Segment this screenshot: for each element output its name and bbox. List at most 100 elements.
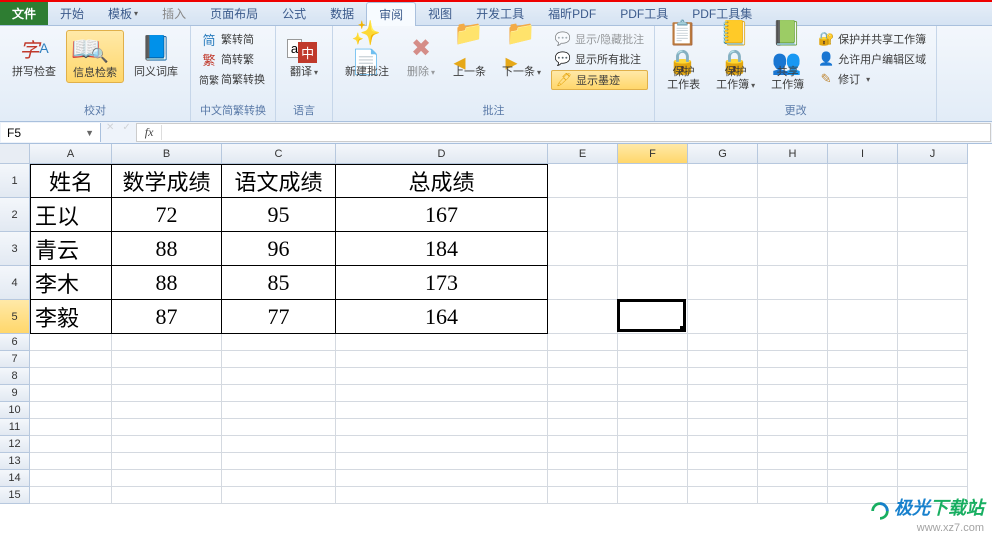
show-ink-button[interactable]: 🖊显示墨迹 <box>551 70 648 90</box>
cell-G8[interactable] <box>688 368 758 385</box>
cell-B1[interactable]: 数学成绩 <box>112 164 222 198</box>
cell-A13[interactable] <box>30 453 112 470</box>
cell-A10[interactable] <box>30 402 112 419</box>
cell-H8[interactable] <box>758 368 828 385</box>
cell-C7[interactable] <box>222 351 336 368</box>
cell-J14[interactable] <box>898 470 968 487</box>
row-header-2[interactable]: 2 <box>0 198 30 232</box>
cell-G6[interactable] <box>688 334 758 351</box>
cell-A2[interactable]: 王以 <box>30 198 112 232</box>
col-header-G[interactable]: G <box>688 144 758 164</box>
cell-E14[interactable] <box>548 470 618 487</box>
cell-I7[interactable] <box>828 351 898 368</box>
cell-A9[interactable] <box>30 385 112 402</box>
cell-G4[interactable] <box>688 266 758 300</box>
cell-F7[interactable] <box>618 351 688 368</box>
cell-I11[interactable] <box>828 419 898 436</box>
row-header-11[interactable]: 11 <box>0 419 30 436</box>
cell-C1[interactable]: 语文成绩 <box>222 164 336 198</box>
row-header-4[interactable]: 4 <box>0 266 30 300</box>
cell-C14[interactable] <box>222 470 336 487</box>
cell-H3[interactable] <box>758 232 828 266</box>
cell-G13[interactable] <box>688 453 758 470</box>
row-header-5[interactable]: 5 <box>0 300 30 334</box>
cell-H7[interactable] <box>758 351 828 368</box>
next-comment-button[interactable]: 📁▸ 下一条▾ <box>496 30 547 81</box>
menu-tab-9[interactable]: 福昕PDF <box>536 2 608 25</box>
cell-E15[interactable] <box>548 487 618 504</box>
cell-H2[interactable] <box>758 198 828 232</box>
cell-E6[interactable] <box>548 334 618 351</box>
cell-A6[interactable] <box>30 334 112 351</box>
cell-H14[interactable] <box>758 470 828 487</box>
cell-C15[interactable] <box>222 487 336 504</box>
row-header-9[interactable]: 9 <box>0 385 30 402</box>
cell-B4[interactable]: 88 <box>112 266 222 300</box>
cell-D2[interactable]: 167 <box>336 198 548 232</box>
cell-C3[interactable]: 96 <box>222 232 336 266</box>
cell-C6[interactable] <box>222 334 336 351</box>
menu-tab-1[interactable]: 模板▾ <box>96 2 150 25</box>
cell-I8[interactable] <box>828 368 898 385</box>
cell-B11[interactable] <box>112 419 222 436</box>
cell-A1[interactable]: 姓名 <box>30 164 112 198</box>
cell-H12[interactable] <box>758 436 828 453</box>
cell-D13[interactable] <box>336 453 548 470</box>
col-header-C[interactable]: C <box>222 144 336 164</box>
cell-E9[interactable] <box>548 385 618 402</box>
cell-F6[interactable] <box>618 334 688 351</box>
cell-D4[interactable]: 173 <box>336 266 548 300</box>
cell-E7[interactable] <box>548 351 618 368</box>
cell-F2[interactable] <box>618 198 688 232</box>
thesaurus-button[interactable]: 📘 同义词库 <box>128 30 184 81</box>
cell-J6[interactable] <box>898 334 968 351</box>
cell-C9[interactable] <box>222 385 336 402</box>
menu-file[interactable]: 文件 <box>0 2 48 25</box>
cell-E12[interactable] <box>548 436 618 453</box>
cell-A7[interactable] <box>30 351 112 368</box>
cell-J9[interactable] <box>898 385 968 402</box>
cell-F8[interactable] <box>618 368 688 385</box>
cell-F9[interactable] <box>618 385 688 402</box>
cell-G9[interactable] <box>688 385 758 402</box>
cell-B6[interactable] <box>112 334 222 351</box>
cell-B2[interactable]: 72 <box>112 198 222 232</box>
menu-tab-3[interactable]: 页面布局 <box>198 2 270 25</box>
cell-H11[interactable] <box>758 419 828 436</box>
cell-E10[interactable] <box>548 402 618 419</box>
cell-A4[interactable]: 李木 <box>30 266 112 300</box>
show-hide-comment-button[interactable]: 💬显示/隐藏批注 <box>551 30 648 48</box>
cell-C4[interactable]: 85 <box>222 266 336 300</box>
row-header-12[interactable]: 12 <box>0 436 30 453</box>
cell-H6[interactable] <box>758 334 828 351</box>
cell-J3[interactable] <box>898 232 968 266</box>
cell-F11[interactable] <box>618 419 688 436</box>
research-button[interactable]: 📖🔍 信息检索 <box>66 30 124 83</box>
cell-E1[interactable] <box>548 164 618 198</box>
simp-trad-convert-button[interactable]: 简繁简繁转换 <box>197 70 269 88</box>
cell-I14[interactable] <box>828 470 898 487</box>
cell-H13[interactable] <box>758 453 828 470</box>
cell-G7[interactable] <box>688 351 758 368</box>
cell-I4[interactable] <box>828 266 898 300</box>
menu-tab-4[interactable]: 公式 <box>270 2 318 25</box>
cell-I3[interactable] <box>828 232 898 266</box>
col-header-D[interactable]: D <box>336 144 548 164</box>
cell-D11[interactable] <box>336 419 548 436</box>
cell-I5[interactable] <box>828 300 898 334</box>
col-header-H[interactable]: H <box>758 144 828 164</box>
menu-tab-2[interactable]: 插入 <box>150 2 198 25</box>
cell-G5[interactable] <box>688 300 758 334</box>
cell-H15[interactable] <box>758 487 828 504</box>
cell-G12[interactable] <box>688 436 758 453</box>
cell-H4[interactable] <box>758 266 828 300</box>
cell-D14[interactable] <box>336 470 548 487</box>
menu-tab-0[interactable]: 开始 <box>48 2 96 25</box>
cell-E13[interactable] <box>548 453 618 470</box>
allow-edit-ranges-button[interactable]: 👤允许用户编辑区域 <box>814 50 930 68</box>
formula-input[interactable] <box>162 124 990 141</box>
cell-F12[interactable] <box>618 436 688 453</box>
spellcheck-button[interactable]: 字A 拼写检查 <box>6 30 62 81</box>
cell-F5[interactable] <box>618 300 688 334</box>
cell-C13[interactable] <box>222 453 336 470</box>
